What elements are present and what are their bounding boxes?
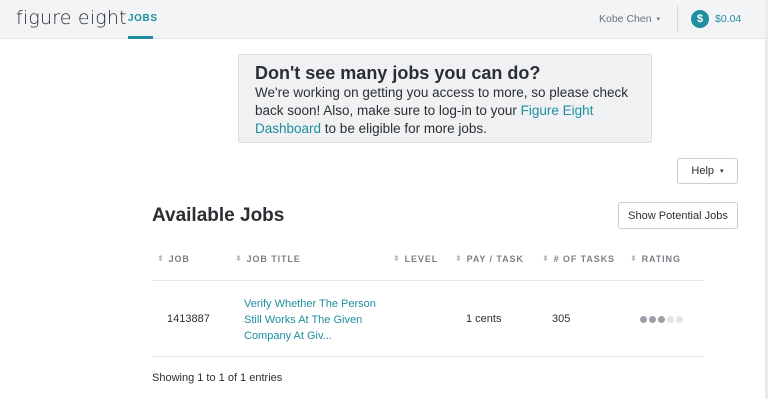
column-header-rating[interactable]: ⬍ RATING (630, 254, 681, 264)
chevron-down-icon: ▾ (720, 168, 724, 175)
sort-icon: ⬍ (393, 254, 401, 263)
nav-tab-jobs[interactable]: JOBS (128, 13, 158, 24)
help-button-label: Help (691, 165, 715, 177)
rating-dot-filled (640, 316, 647, 323)
chevron-down-icon: ▾ (656, 16, 661, 23)
user-menu[interactable]: Kobe Chen ▾ (599, 13, 660, 25)
table-header-divider (152, 280, 704, 281)
user-name: Kobe Chen (599, 13, 652, 25)
show-potential-jobs-button[interactable]: Show Potential Jobs (618, 202, 738, 229)
table-entries-info: Showing 1 to 1 of 1 entries (152, 372, 283, 384)
figure-eight-logo[interactable]: figure eight (16, 7, 127, 29)
table-row-divider (152, 356, 704, 357)
dollar-coin-icon: $ (691, 10, 709, 28)
column-label: JOB TITLE (246, 254, 301, 264)
access-notice-box: Don't see many jobs you can do? We're wo… (238, 54, 652, 143)
column-label: PAY / TASK (466, 254, 524, 264)
notice-title: Don't see many jobs you can do? (255, 63, 541, 83)
column-header-level[interactable]: ⬍ LEVEL (393, 254, 438, 264)
notice-text-2: to be eligible for more jobs. (321, 121, 487, 136)
page-title: Available Jobs (152, 205, 285, 226)
column-header-job-title[interactable]: ⬍ JOB TITLE (235, 254, 301, 264)
rating-dot-empty (667, 316, 674, 323)
sort-icon: ⬍ (235, 254, 243, 263)
rating-dot-filled (658, 316, 665, 323)
sort-icon: ⬍ (630, 254, 638, 263)
pay-per-task-cell: 1 cents (466, 313, 502, 325)
top-navbar: figure eight JOBS Kobe Chen ▾ $ $0.04 (0, 0, 768, 39)
nav-divider (677, 6, 678, 32)
help-button[interactable]: Help ▾ (677, 158, 738, 184)
column-label: # OF TASKS (553, 254, 615, 264)
column-label: JOB (168, 254, 190, 264)
sort-icon: ⬍ (542, 254, 550, 263)
column-header-job[interactable]: ⬍ JOB (157, 254, 190, 264)
column-header-num-tasks[interactable]: ⬍ # OF TASKS (542, 254, 615, 264)
job-title-link[interactable]: Verify Whether The Person Still Works At… (244, 296, 379, 344)
account-balance[interactable]: $0.04 (715, 13, 741, 25)
column-header-pay-per-task[interactable]: ⬍ PAY / TASK (455, 254, 524, 264)
rating-dot-filled (649, 316, 656, 323)
sort-icon: ⬍ (157, 254, 165, 263)
rating-dot-empty (676, 316, 683, 323)
active-tab-indicator (128, 36, 153, 39)
column-label: RATING (641, 254, 681, 264)
rating-dots (640, 316, 683, 323)
sort-icon: ⬍ (455, 254, 463, 263)
job-id-cell: 1413887 (167, 313, 210, 325)
column-label: LEVEL (404, 254, 439, 264)
notice-body: We're working on getting you access to m… (255, 84, 647, 138)
num-tasks-cell: 305 (552, 313, 571, 325)
